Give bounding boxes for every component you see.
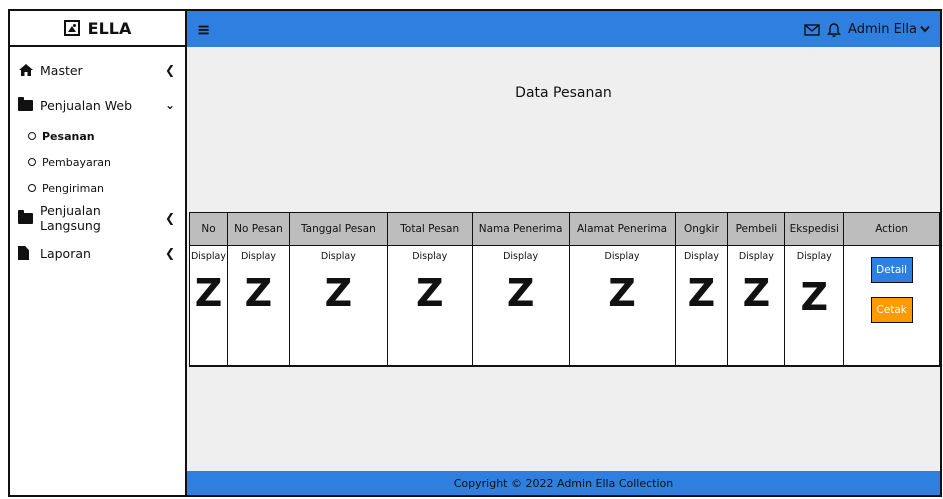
user-name: Admin Ella <box>848 21 917 37</box>
table-cell: Display Z <box>471 245 570 367</box>
footer: Copyright © 2022 Admin Ella Collection <box>187 471 940 495</box>
column-header: No <box>189 212 228 246</box>
table-cell: Display Z <box>189 245 228 367</box>
submenu-item-label: Pesanan <box>42 129 95 143</box>
table-header-row: No No Pesan Tanggal Pesan Total Pesan Na… <box>189 212 940 246</box>
submenu-item-label: Pengiriman <box>42 181 105 195</box>
cetak-button[interactable]: Cetak <box>870 297 913 323</box>
submenu-item-pengiriman[interactable]: Pengiriman <box>28 175 185 201</box>
column-header: No Pesan <box>226 212 290 246</box>
bell-icon[interactable] <box>826 22 842 37</box>
folder-icon <box>18 96 40 111</box>
table-cell: Display Z <box>386 245 473 367</box>
column-header: Action <box>843 212 940 246</box>
brand-name: ELLA <box>87 18 132 38</box>
sidebar-item-label: Master <box>40 62 83 78</box>
chevron-down-icon <box>920 22 930 37</box>
sidebar-item-label: Penjualan Web <box>40 97 133 113</box>
sidebar-item-master[interactable]: Master ❮ <box>10 59 185 81</box>
submenu-item-pesanan[interactable]: Pesanan <box>28 123 185 149</box>
sidebar-item-penjualan-web[interactable]: Penjualan Web ⌄ <box>10 94 185 116</box>
submenu-item-label: Pembayaran <box>42 155 111 169</box>
image-logo-icon <box>63 20 80 36</box>
chevron-left-icon: ❮ <box>164 246 175 260</box>
folder-icon <box>18 209 40 224</box>
table-cell: Display Z <box>226 245 290 367</box>
circle-icon <box>28 184 36 192</box>
topbar: ≡ Admin Ella <box>187 11 940 47</box>
column-header: Total Pesan <box>386 212 473 246</box>
page-title: Data Pesanan <box>515 85 612 101</box>
main-content: Data Pesanan No No Pesan Tanggal Pesan T… <box>187 47 940 471</box>
chevron-down-icon: ⌄ <box>164 98 175 112</box>
table-cell: Display Z <box>784 245 845 367</box>
chevron-left-icon: ❮ <box>164 63 175 77</box>
brand[interactable]: ELLA <box>10 11 185 47</box>
hamburger-icon[interactable]: ≡ <box>197 20 221 39</box>
copyright-text: Copyright © 2022 Admin Ella Collection <box>453 476 674 490</box>
column-header: Pembeli <box>727 212 786 246</box>
sidebar-item-penjualan-langsung[interactable]: Penjualan Langsung ❮ <box>10 203 185 233</box>
detail-button[interactable]: Detail <box>870 257 913 283</box>
file-icon <box>18 246 40 260</box>
column-header: Tanggal Pesan <box>288 212 388 246</box>
table-row: Display Z Display Z Display Z Display Z Disp… <box>189 245 940 367</box>
chevron-left-icon: ❮ <box>164 211 175 225</box>
table-cell: Display Z <box>674 245 729 367</box>
sidebar-item-label: Penjualan Langsung <box>40 203 101 233</box>
table-cell: Display Z <box>288 245 388 367</box>
orders-table: No No Pesan Tanggal Pesan Total Pesan Na… <box>189 212 940 367</box>
table-cell: Display Z <box>727 245 786 367</box>
sidebar: ELLA Master ❮ Penjualan Web ⌄ Pesanan Pe… <box>10 11 187 495</box>
submenu-penjualan-web: Pesanan Pembayaran Pengiriman <box>10 123 185 201</box>
sidebar-nav: Master ❮ Penjualan Web ⌄ Pesanan Pembaya… <box>10 47 185 264</box>
mail-icon[interactable] <box>804 22 820 36</box>
column-header: Ongkir <box>674 212 729 246</box>
app-frame: ELLA Master ❮ Penjualan Web ⌄ Pesanan Pe… <box>8 9 942 497</box>
home-icon <box>18 63 40 77</box>
column-header: Nama Penerima <box>471 212 570 246</box>
table-cell: Display Z <box>568 245 676 367</box>
column-header: Alamat Penerima <box>568 212 676 246</box>
submenu-item-pembayaran[interactable]: Pembayaran <box>28 149 185 175</box>
column-header: Ekspedisi <box>784 212 845 246</box>
action-cell: Detail Cetak <box>843 245 940 367</box>
circle-icon <box>28 132 36 140</box>
circle-icon <box>28 158 36 166</box>
user-menu[interactable]: Admin Ella <box>848 22 930 37</box>
sidebar-item-laporan[interactable]: Laporan ❮ <box>10 242 185 264</box>
sidebar-item-label: Laporan <box>40 245 91 261</box>
